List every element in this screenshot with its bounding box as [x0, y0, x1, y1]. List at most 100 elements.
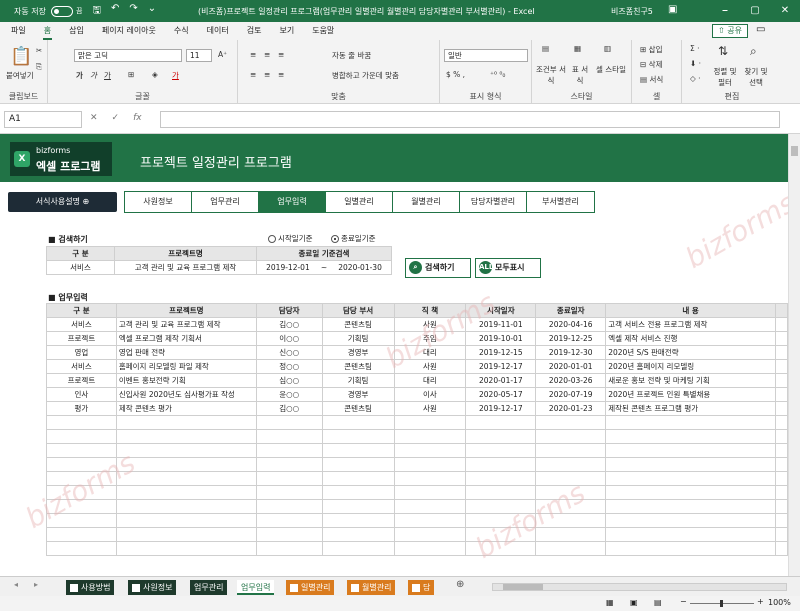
cell-manager[interactable]: 정○○ — [255, 359, 323, 374]
page-layout-icon[interactable]: ▣ — [630, 598, 638, 607]
currency-icon[interactable]: $ % , — [446, 70, 465, 79]
cell-start-date[interactable]: 2019-12-17 — [465, 401, 537, 416]
cell-content[interactable] — [605, 541, 776, 556]
copy-icon[interactable]: ⎘ — [36, 62, 42, 72]
cell-extra[interactable] — [774, 485, 788, 500]
cell-project[interactable]: 고객 관리 및 교육 프로그램 제작 — [115, 317, 257, 332]
minimize-button[interactable]: ⎯ — [710, 0, 740, 22]
cell-department[interactable]: 콘텐츠팀 — [321, 401, 395, 416]
cell-manager[interactable] — [255, 499, 323, 514]
cell-department[interactable]: 기획팀 — [321, 373, 395, 388]
prev-sheet-icon[interactable]: ◂ — [14, 580, 18, 589]
cell-content[interactable] — [605, 457, 776, 472]
cell-end-date[interactable] — [535, 415, 607, 430]
cell-category[interactable]: 서비스 — [46, 359, 117, 374]
sheet-tab-daily[interactable]: 일별관리 — [286, 580, 335, 595]
cell-end-date[interactable] — [535, 541, 607, 556]
worksheet[interactable]: X bizforms 엑셀 프로그램 프로젝트 일정관리 프로그램 서식사용설명… — [0, 134, 788, 576]
cell-department[interactable]: 콘텐츠팀 — [321, 317, 395, 332]
tab-home[interactable]: 홈 — [35, 22, 60, 40]
cell-position[interactable] — [393, 443, 467, 458]
paste-button[interactable]: 붙여넣기 — [6, 70, 34, 81]
enter-icon[interactable]: ✓ — [112, 113, 120, 123]
insert-cells-button[interactable]: ⊞ 삽입 — [640, 44, 662, 55]
cell-end-date[interactable] — [535, 443, 607, 458]
cell-start-date[interactable]: 2019-10-01 — [465, 331, 537, 346]
merge-center-button[interactable]: 병합하고 가운데 맞춤 — [332, 70, 399, 81]
cell-content[interactable] — [605, 429, 776, 444]
radio-end-date[interactable]: 종료일기준 — [331, 233, 376, 244]
cell-extra[interactable] — [774, 471, 788, 486]
font-name-select[interactable]: 맑은 고딕 — [74, 49, 182, 62]
maximize-button[interactable]: ▢ — [740, 0, 770, 22]
usage-guide-button[interactable]: 서식사용설명 ⊕ — [8, 192, 117, 212]
next-sheet-icon[interactable]: ▸ — [34, 580, 38, 589]
sheet-tab-employee[interactable]: 사원정보 — [128, 580, 177, 595]
cell-position[interactable]: 대리 — [393, 373, 467, 388]
cell-position[interactable] — [393, 499, 467, 514]
cell-extra[interactable] — [774, 415, 788, 430]
align-bottom-icon[interactable]: ≡ — [278, 50, 284, 59]
cell-content[interactable] — [605, 527, 776, 542]
cell-extra[interactable] — [774, 359, 788, 374]
cell-end-date[interactable]: 2020-07-19 — [535, 387, 607, 402]
cell-content[interactable] — [605, 485, 776, 500]
cell-project[interactable] — [115, 527, 257, 542]
cell-extra[interactable] — [774, 499, 788, 514]
cell-manager[interactable] — [255, 513, 323, 528]
cell-project[interactable] — [115, 485, 257, 500]
cell-category[interactable]: 영업 — [46, 345, 117, 360]
cell-content[interactable] — [605, 471, 776, 486]
undo-icon[interactable]: ↶ — [111, 3, 119, 20]
cell-department[interactable] — [321, 541, 395, 556]
cell-content[interactable]: 2020년 프로젝트 인원 특별채용 — [605, 387, 776, 402]
cell-extra[interactable] — [774, 401, 788, 416]
cell-start-date[interactable] — [465, 485, 537, 500]
cell-project[interactable] — [115, 415, 257, 430]
cell-extra[interactable] — [774, 541, 788, 556]
cell-content[interactable]: 제작된 콘텐츠 프로그램 평가 — [605, 401, 776, 416]
search-to-date[interactable]: 2020-01-30 — [329, 260, 393, 275]
cell-end-date[interactable] — [535, 457, 607, 472]
cell-category[interactable]: 프로젝트 — [46, 373, 117, 388]
font-size-select[interactable]: 11 — [186, 49, 212, 62]
search-project-input[interactable]: 고객 관리 및 교육 프로그램 제작 — [114, 260, 257, 275]
zoom-slider[interactable] — [690, 600, 754, 607]
autosum-icon[interactable]: Σ · — [690, 44, 700, 53]
cell-start-date[interactable] — [465, 457, 537, 472]
nav-task-management[interactable]: 업무관리 — [192, 192, 259, 212]
clear-icon[interactable]: ◇ · — [690, 74, 701, 83]
cell-project[interactable]: 제작 콘텐츠 평가 — [115, 401, 257, 416]
cell-content[interactable] — [605, 443, 776, 458]
cell-start-date[interactable] — [465, 443, 537, 458]
cell-manager[interactable] — [255, 541, 323, 556]
user-name[interactable]: 비즈폼친구5 — [611, 6, 653, 17]
cell-start-date[interactable] — [465, 415, 537, 430]
cell-position[interactable] — [393, 485, 467, 500]
cell-start-date[interactable] — [465, 471, 537, 486]
cell-manager[interactable]: 윤○○ — [255, 387, 323, 402]
cell-end-date[interactable] — [535, 429, 607, 444]
cell-extra[interactable] — [774, 527, 788, 542]
cell-category[interactable]: 평가 — [46, 401, 117, 416]
cell-category[interactable] — [46, 527, 117, 542]
cell-manager[interactable] — [255, 471, 323, 486]
conditional-format-button[interactable]: 조건부 서식 — [536, 64, 566, 86]
cell-extra[interactable] — [774, 513, 788, 528]
formula-input[interactable] — [160, 111, 780, 128]
sheet-tab-monthly[interactable]: 월별관리 — [347, 580, 396, 595]
align-right-icon[interactable]: ≡ — [278, 70, 284, 79]
cell-position[interactable] — [393, 527, 467, 542]
cell-category[interactable] — [46, 541, 117, 556]
cell-content[interactable]: 2020년 홈페이지 리모델링 — [605, 359, 776, 374]
nav-task-input[interactable]: 업무입력 — [259, 192, 326, 212]
find-select-button[interactable]: 찾기 및 선택 — [742, 66, 770, 88]
cell-manager[interactable]: 신○○ — [255, 345, 323, 360]
cell-extra[interactable] — [774, 317, 788, 332]
cell-manager[interactable]: 김○○ — [255, 317, 323, 332]
cell-manager[interactable] — [255, 457, 323, 472]
zoom-level[interactable]: 100% — [768, 598, 791, 607]
save-icon[interactable]: 🖫 — [92, 3, 101, 20]
find-select-icon[interactable]: ⌕ — [750, 44, 757, 59]
zoom-out-icon[interactable]: − — [680, 597, 687, 606]
